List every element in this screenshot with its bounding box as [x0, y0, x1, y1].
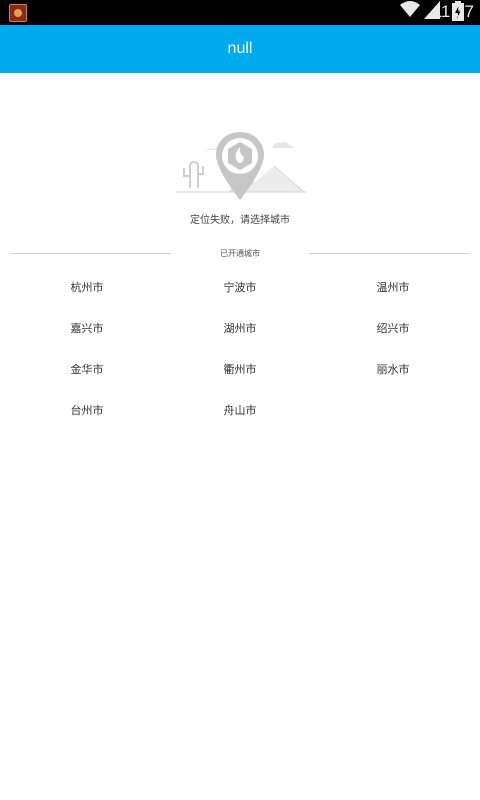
app-notification-icon [9, 4, 27, 22]
status-bar: 11:37 [0, 0, 480, 25]
cities-section-header: 已开通城市 [11, 247, 469, 261]
page-title: null [227, 40, 253, 57]
divider-right [309, 253, 469, 254]
city-item-taizhou[interactable]: 台州市 [11, 395, 163, 427]
city-item-jiaxing[interactable]: 嘉兴市 [11, 313, 163, 345]
status-time: 11:37 [432, 2, 474, 21]
city-item-ningbo[interactable]: 宁波市 [164, 272, 316, 304]
city-item-jinhua[interactable]: 金华市 [11, 354, 163, 386]
location-pin-icon [176, 132, 306, 200]
wifi-icon [400, 1, 420, 17]
location-failure-message: 定位失败，请选择城市 [190, 215, 290, 226]
city-item-lishui[interactable]: 丽水市 [317, 354, 469, 386]
city-item-wenzhou[interactable]: 温州市 [317, 272, 469, 304]
city-item-huzhou[interactable]: 湖州市 [164, 313, 316, 345]
city-item-hangzhou[interactable]: 杭州市 [11, 272, 163, 304]
cities-section-label: 已开通城市 [220, 249, 260, 258]
title-bar: null [0, 25, 480, 73]
city-item-shaoxing[interactable]: 绍兴市 [317, 313, 469, 345]
city-item-zhoushan[interactable]: 舟山市 [164, 395, 316, 427]
city-item-quzhou[interactable]: 衢州市 [164, 354, 316, 386]
